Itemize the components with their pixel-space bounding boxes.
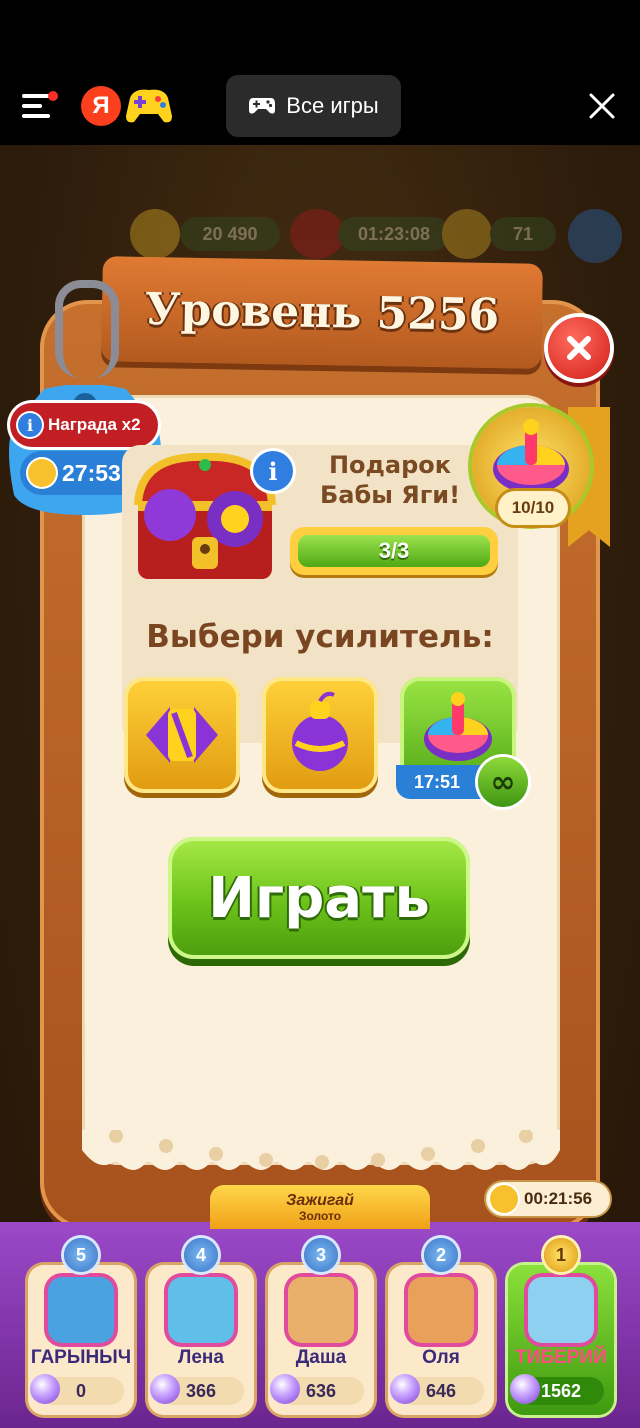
all-games-button[interactable]: Все игры [226,75,401,137]
league-name: Зажигай [286,1191,354,1209]
close-icon [567,336,591,360]
reward-timer-value: 27:53 [62,459,121,486]
player-rank-badge: 2 [424,1238,458,1272]
player-score: 646 [390,1374,484,1405]
player-rank-badge: 4 [184,1238,218,1272]
all-games-label: Все игры [286,93,379,118]
gem-icon [30,1374,60,1404]
gem-icon [270,1374,300,1404]
league-timer-value: 00:21:56 [524,1189,593,1208]
league-player-card[interactable]: Лена 366 [148,1265,254,1415]
avatar [408,1277,474,1343]
avatar [168,1277,234,1343]
player-rank-badge: 1 [544,1238,578,1272]
hammer-booster-icon [146,707,218,763]
choose-booster-label: Выбери усилитель: [146,619,494,655]
stopwatch-icon [490,1185,518,1213]
league-tier: Золото [298,1208,342,1223]
level-title: Уровень 5256 [144,283,500,342]
booster-hammer[interactable] [124,677,240,793]
league-player-card[interactable]: ГАРЫНЫЧ 0 [28,1265,134,1415]
player-score-value: 1562 [540,1380,582,1401]
gift-progress-bar: 3/3 [290,527,498,575]
player-score: 0 [30,1374,124,1405]
gift-title-line2: Бабы Яги! [319,481,461,509]
player-name: Даша [295,1347,347,1368]
player-score-value: 366 [185,1380,217,1401]
avatar [48,1277,114,1343]
spinner-count: 10/10 [498,491,568,525]
avatar [528,1277,594,1343]
avatar [288,1277,354,1343]
bomb-booster-icon [292,691,348,771]
browser-top-bar: Я Все игры [0,0,640,145]
player-name: ГАРЫНЫЧ [30,1347,132,1368]
reward-multiplier-button[interactable]: i Награда x2 [10,403,158,447]
game-area: 20 490 01:23:08 71 Уровень 5256 i Наград… [0,145,640,1428]
player-score-value: 636 [305,1380,337,1401]
player-rank-badge: 5 [64,1238,98,1272]
player-score: 366 [150,1374,244,1405]
infinite-booster-badge: ∞ [478,757,528,807]
gift-progress-text: 3/3 [378,538,410,563]
gem-icon [390,1374,420,1404]
league-player-card[interactable]: ТИБЕРИЙ 1562 [508,1265,614,1415]
league-timer: 00:21:56 [486,1182,610,1216]
gift-info-button[interactable]: i [253,451,293,491]
reward-label: Награда x2 [48,415,141,434]
gem-icon [510,1374,540,1404]
player-score: 636 [270,1374,364,1405]
league-player-card[interactable]: Даша 636 [268,1265,374,1415]
player-name: Лена [178,1347,224,1368]
player-score-value: 646 [425,1380,457,1401]
gem-icon [150,1374,180,1404]
stopwatch-icon [28,459,56,487]
tag-hook [55,280,119,378]
dialog-close-button[interactable] [548,317,610,379]
player-score-value: 0 [75,1380,86,1401]
level-title-board: Уровень 5256 [101,256,543,369]
league-tab[interactable]: Зажигай Золото [210,1185,430,1229]
yandex-logo[interactable]: Я [81,86,121,126]
play-button[interactable]: Играть [168,837,470,959]
paper-scallop-edge [82,1130,560,1170]
player-name: ТИБЕРИЙ [515,1347,607,1368]
player-score: 1562 [510,1374,604,1405]
menu-icon[interactable] [22,91,58,120]
play-button-label: Играть [208,865,430,931]
league-player-card[interactable]: Оля 646 [388,1265,494,1415]
close-icon[interactable] [588,92,616,120]
gamepad-icon [249,98,276,114]
notification-dot [48,91,58,101]
gift-title-line1: Подарок [328,451,452,479]
player-name: Оля [422,1347,460,1368]
booster-bomb[interactable] [262,677,378,793]
info-icon: i [18,413,42,437]
yandex-games-logo-icon[interactable] [124,84,174,128]
gift-title: Подарок Бабы Яги! [300,450,480,510]
player-rank-badge: 3 [304,1238,338,1272]
